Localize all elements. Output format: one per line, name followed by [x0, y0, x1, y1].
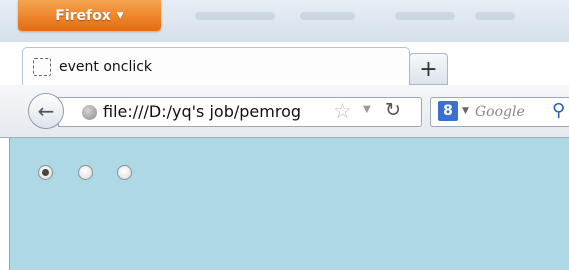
back-arrow-icon: ← — [37, 99, 55, 123]
firefox-menu-button[interactable]: Firefox ▼ — [18, 0, 161, 31]
radio-button-3[interactable] — [117, 165, 132, 180]
blurred-title-text — [195, 12, 275, 20]
site-identity-icon[interactable] — [82, 105, 97, 120]
blurred-title-text — [475, 12, 515, 20]
new-tab-button[interactable]: + — [409, 53, 448, 85]
radio-button-1[interactable] — [38, 165, 53, 180]
search-placeholder[interactable]: Google — [475, 104, 525, 120]
blurred-title-text — [300, 12, 355, 20]
url-history-dropdown-icon[interactable]: ▼ — [363, 104, 371, 115]
search-engine-icon[interactable]: 8 — [438, 101, 458, 121]
chevron-down-icon: ▼ — [116, 10, 124, 21]
reload-icon[interactable]: ↻ — [385, 99, 401, 121]
url-text[interactable]: file:///D:/yq's job/pemrog — [103, 102, 301, 121]
blurred-title-text — [395, 12, 455, 20]
plus-icon: + — [419, 56, 438, 82]
radio-button-2[interactable] — [78, 165, 93, 180]
page-content — [9, 138, 569, 270]
search-icon[interactable]: ⚲ — [552, 100, 565, 121]
tab-event-onclick[interactable]: event onclick — [22, 47, 410, 86]
back-button[interactable]: ← — [28, 93, 64, 129]
blank-page-icon — [33, 58, 51, 76]
bookmark-star-icon[interactable]: ☆ — [333, 99, 352, 123]
firefox-menu-label: Firefox — [55, 7, 111, 24]
search-engine-dropdown-icon[interactable]: ▼ — [462, 106, 469, 116]
tab-label: event onclick — [59, 59, 153, 75]
